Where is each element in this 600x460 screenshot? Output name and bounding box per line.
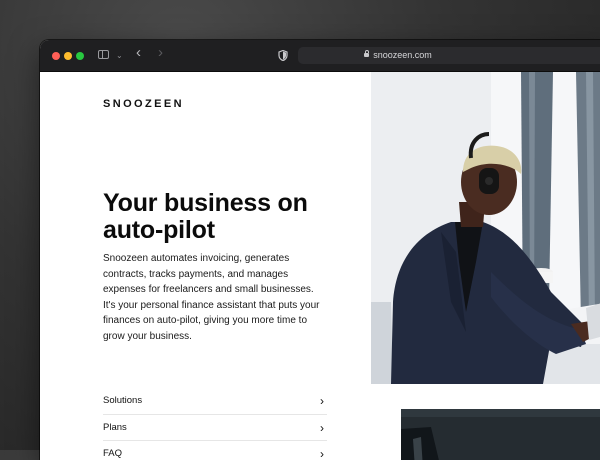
back-arrow-icon[interactable]: ‹	[136, 45, 141, 60]
chevron-right-icon: ›	[320, 420, 324, 435]
chevron-down-icon[interactable]: ⌄	[116, 49, 123, 63]
nav-item-label: Plans	[103, 421, 127, 433]
browser-toolbar: ⌄ ‹ › snoozeen.com	[40, 40, 600, 72]
sidebar-toggle-icon[interactable]	[98, 50, 109, 59]
section-nav: Solutions › Plans › FAQ ›	[103, 388, 327, 460]
zoom-icon[interactable]	[76, 52, 84, 60]
close-icon[interactable]	[52, 52, 60, 60]
chevron-right-icon: ›	[320, 394, 324, 408]
page-title: Your business on auto-pilot	[103, 189, 308, 244]
page-content: SNOOZEEN Your business on auto-pilot Sno…	[40, 72, 600, 460]
nav-item-label: Solutions	[103, 395, 143, 406]
minimize-icon[interactable]	[64, 52, 72, 60]
privacy-shield-icon[interactable]	[278, 50, 288, 61]
forward-arrow-icon[interactable]: ›	[158, 45, 163, 60]
nav-item-faq[interactable]: FAQ ›	[103, 441, 327, 460]
page-description: Snoozeen automates invoicing, generates …	[103, 253, 320, 342]
chevron-right-icon: ›	[320, 447, 324, 460]
address-bar[interactable]: snoozeen.com	[298, 47, 600, 64]
site-logo[interactable]: SNOOZEEN	[103, 98, 184, 110]
secondary-photo	[401, 409, 600, 460]
url-text: snoozeen.com	[373, 50, 432, 60]
nav-item-solutions[interactable]: Solutions ›	[103, 388, 327, 415]
lock-icon	[364, 50, 370, 57]
nav-item-plans[interactable]: Plans ›	[103, 415, 327, 441]
browser-window: ⌄ ‹ › snoozeen.com SNOOZEEN Your busines…	[40, 40, 600, 460]
hero-photo	[371, 72, 600, 384]
